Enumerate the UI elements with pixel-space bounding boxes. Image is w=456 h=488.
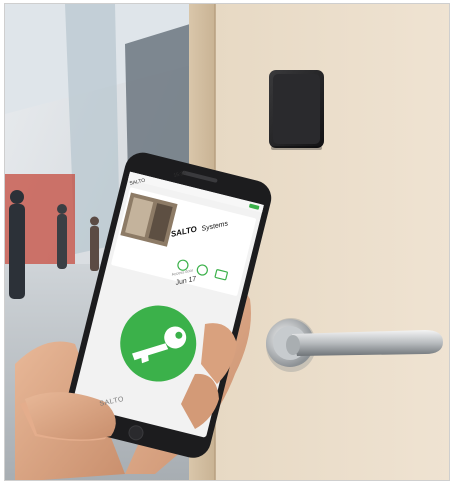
person-silhouette bbox=[90, 226, 99, 271]
wall-reader bbox=[269, 70, 324, 150]
person-silhouette bbox=[57, 214, 67, 269]
scene-photo bbox=[5, 4, 449, 480]
photo-frame: SALTO 15:34 SALTO Systems Access door Ju… bbox=[4, 3, 450, 481]
person-silhouette bbox=[9, 204, 25, 299]
